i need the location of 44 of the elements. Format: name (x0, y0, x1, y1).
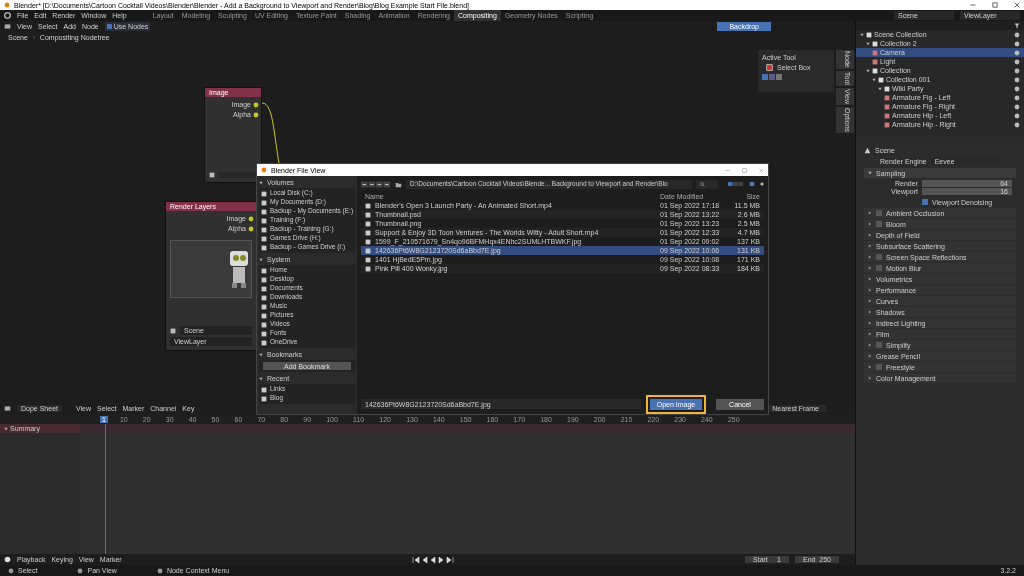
app-icon (261, 167, 267, 173)
search-field[interactable] (696, 179, 718, 189)
search-icon (700, 181, 705, 187)
collapse-arrow-icon[interactable] (868, 255, 872, 259)
collapse-arrow-icon[interactable] (868, 277, 872, 281)
close-icon[interactable] (1014, 2, 1020, 8)
playback-controls-icon[interactable] (411, 556, 456, 563)
expand-arrow-icon[interactable] (259, 257, 263, 262)
checkbox[interactable] (876, 221, 882, 227)
checkbox[interactable] (876, 342, 882, 348)
collapse-arrow-icon[interactable] (868, 310, 872, 314)
checkbox[interactable] (876, 265, 882, 271)
collapse-arrow-icon[interactable] (868, 321, 872, 325)
expand-arrow-icon[interactable] (259, 180, 263, 185)
checkbox[interactable] (876, 364, 882, 370)
filter-icon[interactable] (1014, 22, 1020, 29)
display-mode-icons[interactable] (728, 181, 764, 187)
collapse-arrow-icon[interactable] (868, 233, 872, 237)
collapse-arrow-icon[interactable] (868, 354, 872, 358)
robot-drawing (227, 249, 251, 289)
checkbox[interactable] (922, 199, 928, 205)
expand-arrow-icon[interactable] (4, 426, 8, 431)
expand-arrow-icon[interactable] (868, 171, 872, 175)
collapse-arrow-icon[interactable] (868, 299, 872, 303)
collapse-arrow-icon[interactable] (868, 288, 872, 292)
tool-mode-icons[interactable] (762, 74, 782, 80)
expand-arrow-icon[interactable] (259, 376, 263, 381)
checkbox[interactable] (876, 254, 882, 260)
chevron-icon (31, 34, 36, 40)
collapse-arrow-icon[interactable] (868, 211, 872, 215)
folder-icon[interactable] (395, 180, 402, 188)
collapse-arrow-icon[interactable] (868, 343, 872, 347)
collapse-arrow-icon[interactable] (868, 222, 872, 226)
app-icon (4, 2, 10, 8)
maximize-icon[interactable] (992, 2, 998, 8)
collapse-arrow-icon[interactable] (868, 365, 872, 369)
collapse-arrow-icon[interactable] (868, 376, 872, 380)
collapse-arrow-icon[interactable] (868, 244, 872, 248)
navigation-icons[interactable] (361, 180, 391, 188)
collapse-arrow-icon[interactable] (868, 332, 872, 336)
checkbox[interactable] (876, 210, 882, 216)
expand-arrow-icon[interactable] (259, 352, 263, 357)
select-box-icon (766, 64, 773, 71)
collapse-arrow-icon[interactable] (868, 266, 872, 270)
